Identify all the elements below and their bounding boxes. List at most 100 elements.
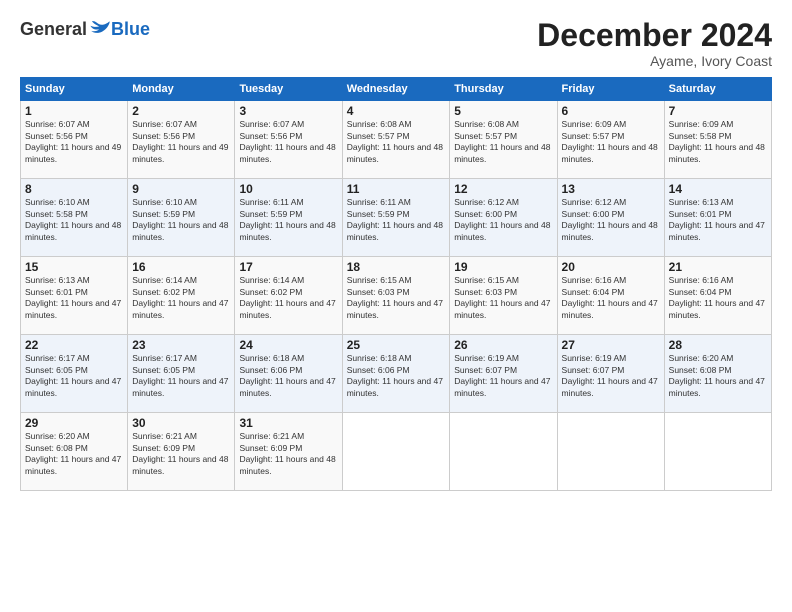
calendar-cell: 3 Sunrise: 6:07 AMSunset: 5:56 PMDayligh…	[235, 101, 342, 179]
calendar-cell: 10 Sunrise: 6:11 AMSunset: 5:59 PMDaylig…	[235, 179, 342, 257]
cell-content: Sunrise: 6:10 AMSunset: 5:58 PMDaylight:…	[25, 197, 123, 243]
day-number: 25	[347, 338, 445, 352]
day-header-thursday: Thursday	[450, 78, 557, 101]
calendar-cell: 5 Sunrise: 6:08 AMSunset: 5:57 PMDayligh…	[450, 101, 557, 179]
day-number: 2	[132, 104, 230, 118]
calendar-cell: 26 Sunrise: 6:19 AMSunset: 6:07 PMDaylig…	[450, 335, 557, 413]
cell-content: Sunrise: 6:12 AMSunset: 6:00 PMDaylight:…	[454, 197, 552, 243]
calendar-cell: 11 Sunrise: 6:11 AMSunset: 5:59 PMDaylig…	[342, 179, 449, 257]
logo: General Blue	[20, 18, 150, 40]
cell-content: Sunrise: 6:13 AMSunset: 6:01 PMDaylight:…	[669, 197, 767, 243]
cell-content: Sunrise: 6:09 AMSunset: 5:58 PMDaylight:…	[669, 119, 767, 165]
cell-content: Sunrise: 6:11 AMSunset: 5:59 PMDaylight:…	[347, 197, 445, 243]
calendar-cell: 20 Sunrise: 6:16 AMSunset: 6:04 PMDaylig…	[557, 257, 664, 335]
cell-content: Sunrise: 6:20 AMSunset: 6:08 PMDaylight:…	[669, 353, 767, 399]
cell-content: Sunrise: 6:13 AMSunset: 6:01 PMDaylight:…	[25, 275, 123, 321]
day-number: 18	[347, 260, 445, 274]
day-number: 7	[669, 104, 767, 118]
calendar-week-1: 1 Sunrise: 6:07 AMSunset: 5:56 PMDayligh…	[21, 101, 772, 179]
calendar-week-3: 15 Sunrise: 6:13 AMSunset: 6:01 PMDaylig…	[21, 257, 772, 335]
day-header-saturday: Saturday	[664, 78, 771, 101]
calendar-cell: 1 Sunrise: 6:07 AMSunset: 5:56 PMDayligh…	[21, 101, 128, 179]
day-number: 12	[454, 182, 552, 196]
cell-content: Sunrise: 6:15 AMSunset: 6:03 PMDaylight:…	[454, 275, 552, 321]
cell-content: Sunrise: 6:07 AMSunset: 5:56 PMDaylight:…	[132, 119, 230, 165]
calendar-cell: 4 Sunrise: 6:08 AMSunset: 5:57 PMDayligh…	[342, 101, 449, 179]
day-header-sunday: Sunday	[21, 78, 128, 101]
cell-content: Sunrise: 6:08 AMSunset: 5:57 PMDaylight:…	[347, 119, 445, 165]
cell-content: Sunrise: 6:14 AMSunset: 6:02 PMDaylight:…	[239, 275, 337, 321]
cell-content: Sunrise: 6:11 AMSunset: 5:59 PMDaylight:…	[239, 197, 337, 243]
calendar-cell: 13 Sunrise: 6:12 AMSunset: 6:00 PMDaylig…	[557, 179, 664, 257]
day-header-wednesday: Wednesday	[342, 78, 449, 101]
day-number: 10	[239, 182, 337, 196]
calendar-cell: 14 Sunrise: 6:13 AMSunset: 6:01 PMDaylig…	[664, 179, 771, 257]
logo-blue: Blue	[111, 19, 150, 40]
calendar-cell: 23 Sunrise: 6:17 AMSunset: 6:05 PMDaylig…	[128, 335, 235, 413]
calendar-cell: 21 Sunrise: 6:16 AMSunset: 6:04 PMDaylig…	[664, 257, 771, 335]
cell-content: Sunrise: 6:14 AMSunset: 6:02 PMDaylight:…	[132, 275, 230, 321]
day-number: 20	[562, 260, 660, 274]
location: Ayame, Ivory Coast	[537, 53, 772, 69]
cell-content: Sunrise: 6:19 AMSunset: 6:07 PMDaylight:…	[454, 353, 552, 399]
day-header-friday: Friday	[557, 78, 664, 101]
day-number: 17	[239, 260, 337, 274]
day-number: 19	[454, 260, 552, 274]
cell-content: Sunrise: 6:21 AMSunset: 6:09 PMDaylight:…	[239, 431, 337, 477]
cell-content: Sunrise: 6:09 AMSunset: 5:57 PMDaylight:…	[562, 119, 660, 165]
cell-content: Sunrise: 6:20 AMSunset: 6:08 PMDaylight:…	[25, 431, 123, 477]
calendar-cell	[664, 413, 771, 491]
calendar-cell: 31 Sunrise: 6:21 AMSunset: 6:09 PMDaylig…	[235, 413, 342, 491]
calendar-cell: 22 Sunrise: 6:17 AMSunset: 6:05 PMDaylig…	[21, 335, 128, 413]
cell-content: Sunrise: 6:16 AMSunset: 6:04 PMDaylight:…	[562, 275, 660, 321]
day-number: 1	[25, 104, 123, 118]
logo-bird-icon	[89, 18, 111, 40]
calendar-cell: 19 Sunrise: 6:15 AMSunset: 6:03 PMDaylig…	[450, 257, 557, 335]
day-number: 22	[25, 338, 123, 352]
day-number: 3	[239, 104, 337, 118]
calendar-cell: 16 Sunrise: 6:14 AMSunset: 6:02 PMDaylig…	[128, 257, 235, 335]
cell-content: Sunrise: 6:07 AMSunset: 5:56 PMDaylight:…	[239, 119, 337, 165]
cell-content: Sunrise: 6:18 AMSunset: 6:06 PMDaylight:…	[239, 353, 337, 399]
cell-content: Sunrise: 6:12 AMSunset: 6:00 PMDaylight:…	[562, 197, 660, 243]
day-number: 29	[25, 416, 123, 430]
day-number: 28	[669, 338, 767, 352]
calendar-cell: 30 Sunrise: 6:21 AMSunset: 6:09 PMDaylig…	[128, 413, 235, 491]
cell-content: Sunrise: 6:21 AMSunset: 6:09 PMDaylight:…	[132, 431, 230, 477]
cell-content: Sunrise: 6:17 AMSunset: 6:05 PMDaylight:…	[25, 353, 123, 399]
day-header-monday: Monday	[128, 78, 235, 101]
calendar-cell: 2 Sunrise: 6:07 AMSunset: 5:56 PMDayligh…	[128, 101, 235, 179]
day-number: 23	[132, 338, 230, 352]
calendar-cell: 25 Sunrise: 6:18 AMSunset: 6:06 PMDaylig…	[342, 335, 449, 413]
day-number: 6	[562, 104, 660, 118]
cell-content: Sunrise: 6:10 AMSunset: 5:59 PMDaylight:…	[132, 197, 230, 243]
header: General Blue December 2024 Ayame, Ivory …	[20, 18, 772, 69]
calendar-week-2: 8 Sunrise: 6:10 AMSunset: 5:58 PMDayligh…	[21, 179, 772, 257]
day-number: 31	[239, 416, 337, 430]
calendar-cell: 9 Sunrise: 6:10 AMSunset: 5:59 PMDayligh…	[128, 179, 235, 257]
calendar-cell	[450, 413, 557, 491]
calendar-cell: 27 Sunrise: 6:19 AMSunset: 6:07 PMDaylig…	[557, 335, 664, 413]
day-number: 14	[669, 182, 767, 196]
calendar-cell: 18 Sunrise: 6:15 AMSunset: 6:03 PMDaylig…	[342, 257, 449, 335]
calendar-cell: 29 Sunrise: 6:20 AMSunset: 6:08 PMDaylig…	[21, 413, 128, 491]
calendar-cell: 17 Sunrise: 6:14 AMSunset: 6:02 PMDaylig…	[235, 257, 342, 335]
calendar-cell	[557, 413, 664, 491]
cell-content: Sunrise: 6:18 AMSunset: 6:06 PMDaylight:…	[347, 353, 445, 399]
calendar-cell: 15 Sunrise: 6:13 AMSunset: 6:01 PMDaylig…	[21, 257, 128, 335]
title-area: December 2024 Ayame, Ivory Coast	[537, 18, 772, 69]
calendar-cell: 8 Sunrise: 6:10 AMSunset: 5:58 PMDayligh…	[21, 179, 128, 257]
day-number: 15	[25, 260, 123, 274]
month-title: December 2024	[537, 18, 772, 53]
day-number: 8	[25, 182, 123, 196]
cell-content: Sunrise: 6:15 AMSunset: 6:03 PMDaylight:…	[347, 275, 445, 321]
page: General Blue December 2024 Ayame, Ivory …	[0, 0, 792, 612]
day-number: 21	[669, 260, 767, 274]
logo-text: General Blue	[20, 18, 150, 40]
calendar-cell: 28 Sunrise: 6:20 AMSunset: 6:08 PMDaylig…	[664, 335, 771, 413]
cell-content: Sunrise: 6:08 AMSunset: 5:57 PMDaylight:…	[454, 119, 552, 165]
calendar-week-5: 29 Sunrise: 6:20 AMSunset: 6:08 PMDaylig…	[21, 413, 772, 491]
calendar-cell	[342, 413, 449, 491]
day-number: 30	[132, 416, 230, 430]
calendar-cell: 24 Sunrise: 6:18 AMSunset: 6:06 PMDaylig…	[235, 335, 342, 413]
